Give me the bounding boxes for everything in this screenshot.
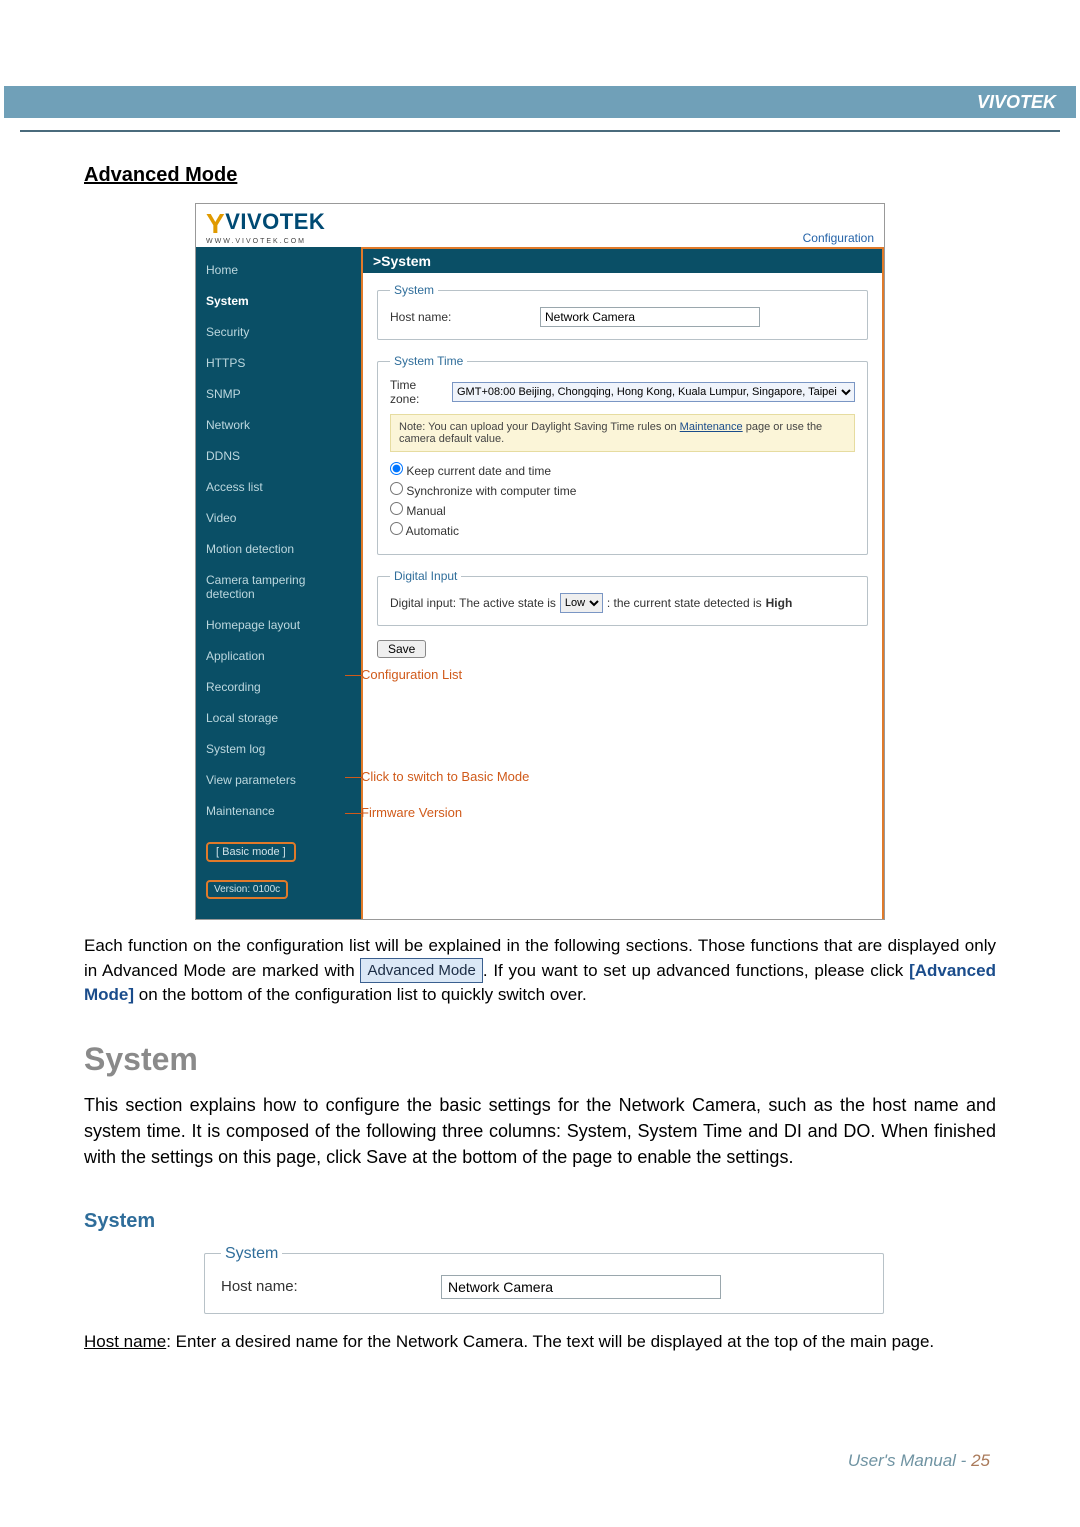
callout-firmware-version: Firmware Version: [361, 805, 462, 820]
system-time-legend: System Time: [390, 354, 467, 368]
system-heading: System: [84, 1041, 996, 1078]
logo: YVIVOTEK WWW.VIVOTEK.COM: [206, 208, 325, 245]
sidebar-item-video[interactable]: Video: [206, 511, 351, 525]
callout-config-list: Configuration List: [361, 667, 462, 682]
radio-automatic[interactable]: [390, 522, 403, 535]
horizontal-rule: [20, 130, 1060, 132]
system-subheading: System: [84, 1210, 996, 1233]
di-prefix: Digital input: The active state is: [390, 596, 556, 610]
logo-subtext: WWW.VIVOTEK.COM: [206, 238, 325, 245]
config-screenshot: YVIVOTEK WWW.VIVOTEK.COM Configuration H…: [195, 203, 885, 920]
page-content: Advanced Mode YVIVOTEK WWW.VIVOTEK.COM C…: [84, 164, 996, 1352]
maintenance-link[interactable]: Maintenance: [680, 421, 743, 433]
sidebar-item-recording[interactable]: Recording: [206, 680, 351, 694]
radio-sync-computer[interactable]: [390, 482, 403, 495]
sidebar-item-local-storage[interactable]: Local storage: [206, 711, 351, 725]
breadcrumb: >System: [363, 249, 882, 273]
system-fieldset-2: System Host name:: [204, 1245, 884, 1314]
host-name-input-2[interactable]: [441, 1275, 721, 1299]
main-panel: >System System Host name: System Time Ti…: [361, 247, 884, 919]
di-active-state-select[interactable]: Low: [560, 593, 603, 613]
sidebar-item-system-log[interactable]: System log: [206, 742, 351, 756]
radio-manual[interactable]: [390, 502, 403, 515]
sidebar-item-network[interactable]: Network: [206, 418, 351, 432]
sidebar-item-security[interactable]: Security: [206, 325, 351, 339]
dst-note: Note: You can upload your Daylight Savin…: [390, 414, 855, 452]
sidebar-item-system[interactable]: System: [206, 294, 351, 308]
timezone-label: Time zone:: [390, 378, 446, 406]
page-header: VIVOTEK: [4, 86, 1076, 118]
system-legend-2: System: [221, 1245, 282, 1263]
host-name-label: Host name:: [390, 310, 540, 324]
sidebar: Home System Security HTTPS SNMP Network …: [196, 247, 361, 919]
intro-paragraph: Each function on the configuration list …: [84, 934, 996, 1007]
di-mid: : the current state detected is: [607, 596, 762, 610]
configuration-link[interactable]: Configuration: [803, 231, 874, 245]
sidebar-item-application[interactable]: Application: [206, 649, 351, 663]
host-name-input[interactable]: [540, 307, 760, 327]
save-button[interactable]: Save: [377, 640, 426, 658]
sidebar-item-motion[interactable]: Motion detection: [206, 542, 351, 556]
page-footer: User's Manual - 25: [848, 1451, 990, 1471]
di-current-state: High: [766, 596, 793, 610]
radio-keep-current[interactable]: [390, 462, 403, 475]
brand-text: VIVOTEK: [977, 92, 1056, 112]
version-badge: Version: 0100c: [206, 880, 288, 899]
digital-input-fieldset: Digital Input Digital input: The active …: [377, 569, 868, 626]
digital-input-legend: Digital Input: [390, 569, 461, 583]
sidebar-item-snmp[interactable]: SNMP: [206, 387, 351, 401]
system-paragraph: This section explains how to configure t…: [84, 1092, 996, 1170]
time-radios: Keep current date and time Synchronize w…: [390, 462, 855, 538]
sidebar-item-home[interactable]: Home: [206, 263, 351, 277]
sidebar-item-tampering[interactable]: Camera tampering detection: [206, 573, 351, 601]
host-name-label-2: Host name:: [221, 1278, 441, 1295]
sidebar-item-access-list[interactable]: Access list: [206, 480, 351, 494]
basic-mode-button[interactable]: [ Basic mode ]: [206, 842, 296, 862]
page-number: 25: [971, 1451, 990, 1470]
sidebar-item-https[interactable]: HTTPS: [206, 356, 351, 370]
host-name-description: Host name: Enter a desired name for the …: [84, 1332, 996, 1352]
section-heading: Advanced Mode: [84, 164, 996, 187]
system-fieldset: System Host name:: [377, 283, 868, 340]
sidebar-item-view-parameters[interactable]: View parameters: [206, 773, 351, 787]
system-legend: System: [390, 283, 438, 297]
system-time-fieldset: System Time Time zone: GMT+08:00 Beijing…: [377, 354, 868, 555]
timezone-select[interactable]: GMT+08:00 Beijing, Chongqing, Hong Kong,…: [452, 382, 855, 402]
sidebar-item-ddns[interactable]: DDNS: [206, 449, 351, 463]
callout-basic-mode: Click to switch to Basic Mode: [361, 769, 529, 784]
advanced-mode-badge: Advanced Mode: [360, 958, 482, 983]
sidebar-item-homepage-layout[interactable]: Homepage layout: [206, 618, 351, 632]
logo-text: VIVOTEK: [225, 209, 325, 234]
sidebar-item-maintenance[interactable]: Maintenance: [206, 804, 351, 818]
